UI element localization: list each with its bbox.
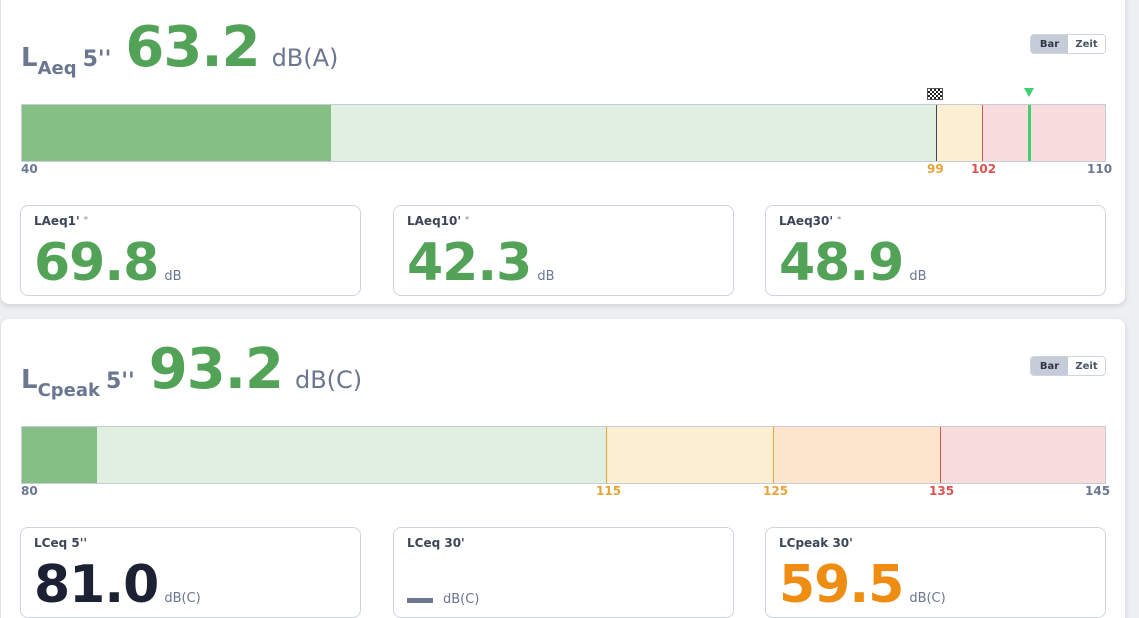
metric-subscript: Cpeak <box>37 380 100 401</box>
stat-number: 42.3 <box>407 233 532 293</box>
warning-zone <box>606 427 773 483</box>
stat-unit: dB(C) <box>164 591 201 606</box>
zeit-view-button[interactable]: Zeit <box>1068 357 1105 375</box>
stat-label: LAeq1' * <box>34 214 88 228</box>
current-marker-line <box>1028 105 1031 161</box>
lcpeak-current-value: 93.2 <box>148 337 284 402</box>
warning-zone <box>936 105 982 161</box>
tick-102: 102 <box>971 162 997 176</box>
laeq-unit: dB(A) <box>271 44 339 72</box>
threshold-125-line <box>773 427 774 483</box>
bar-view-button[interactable]: Bar <box>1031 357 1068 375</box>
stat-value: 48.9 dB <box>779 237 926 289</box>
metric-symbol: L <box>21 43 38 73</box>
laeq-current-value: 63.2 <box>125 15 260 80</box>
stat-label: LAeq10' * <box>407 214 469 228</box>
danger-zone <box>940 427 1105 483</box>
lcpeak-panel: L Cpeak 5'' 93.2 dB(C) Bar Zeit 80 115 1… <box>1 319 1125 618</box>
stat-label: LAeq30' * <box>779 214 841 228</box>
stat-unit: dB <box>537 269 555 284</box>
tick-max: 110 <box>1087 162 1113 176</box>
stat-number: 69.8 <box>34 233 159 293</box>
tick-min: 40 <box>21 162 38 176</box>
stat-card-lceq5: LCeq 5'' 81.0 dB(C) <box>20 527 361 618</box>
stat-card-laeq1: LAeq1' * 69.8 dB <box>20 205 361 296</box>
metric-interval: 5'' <box>82 47 112 72</box>
tick-99: 99 <box>927 162 944 176</box>
stat-label: LCeq 5'' <box>34 536 88 550</box>
level-fill <box>22 427 97 483</box>
threshold-102-line <box>982 105 983 161</box>
tick-max: 145 <box>1085 484 1111 498</box>
metric-interval: 5'' <box>106 369 135 394</box>
high-zone <box>773 427 940 483</box>
triangle-down-icon <box>1024 88 1034 97</box>
stat-label: LCeq 30' <box>407 536 465 550</box>
stat-unit: dB(C) <box>443 592 480 607</box>
stat-label-text: LAeq1' <box>34 214 80 228</box>
stat-label: LCpeak 30' <box>779 536 853 550</box>
stat-label-text: LAeq30' <box>779 214 834 228</box>
star-marker: * <box>465 215 470 224</box>
danger-zone <box>982 105 1105 161</box>
checkered-flag-icon <box>927 88 943 100</box>
threshold-99-line <box>936 105 937 161</box>
stat-value: 42.3 dB <box>407 237 554 289</box>
level-fill <box>22 105 332 161</box>
stat-value: dB(C) <box>407 592 479 611</box>
tick-135: 135 <box>929 484 955 498</box>
lcpeak-unit: dB(C) <box>294 366 363 394</box>
lcpeak-level-meter <box>21 426 1106 484</box>
tick-min: 80 <box>21 484 38 498</box>
no-value-dash <box>407 598 433 603</box>
threshold-115-line <box>606 427 607 483</box>
stat-card-lcpeak30: LCpeak 30' 59.5 dB(C) <box>765 527 1106 618</box>
view-toggle: Bar Zeit <box>1030 356 1106 376</box>
tick-125: 125 <box>763 484 789 498</box>
laeq-level-meter <box>21 104 1106 162</box>
stat-label-text: LAeq10' <box>407 214 462 228</box>
lcpeak-heading: L Cpeak 5'' 93.2 dB(C) <box>21 337 362 402</box>
stat-value: 81.0 dB(C) <box>34 559 201 611</box>
laeq-heading: L Aeq 5'' 63.2 dB(A) <box>21 15 338 80</box>
stat-card-laeq10: LAeq10' * 42.3 dB <box>393 205 734 296</box>
stat-unit: dB(C) <box>909 591 946 606</box>
view-toggle: Bar Zeit <box>1030 34 1106 54</box>
star-marker: * <box>837 215 842 224</box>
stat-card-laeq30: LAeq30' * 48.9 dB <box>765 205 1106 296</box>
threshold-135-line <box>940 427 941 483</box>
stat-value: 59.5 dB(C) <box>779 559 946 611</box>
tick-115: 115 <box>596 484 622 498</box>
stat-number: 59.5 <box>779 555 904 615</box>
bar-view-button[interactable]: Bar <box>1031 35 1068 53</box>
stat-unit: dB <box>164 269 182 284</box>
metric-symbol: L <box>21 365 38 395</box>
stat-card-lceq30: LCeq 30' dB(C) <box>393 527 734 618</box>
star-marker: * <box>83 215 88 224</box>
metric-subscript: Aeq <box>37 58 77 79</box>
stat-unit: dB <box>909 269 927 284</box>
zeit-view-button[interactable]: Zeit <box>1068 35 1105 53</box>
stat-number: 81.0 <box>34 555 159 615</box>
stat-number: 48.9 <box>779 233 904 293</box>
laeq-panel: L Aeq 5'' 63.2 dB(A) Bar Zeit 40 99 102 … <box>1 0 1125 304</box>
stat-value: 69.8 dB <box>34 237 181 289</box>
